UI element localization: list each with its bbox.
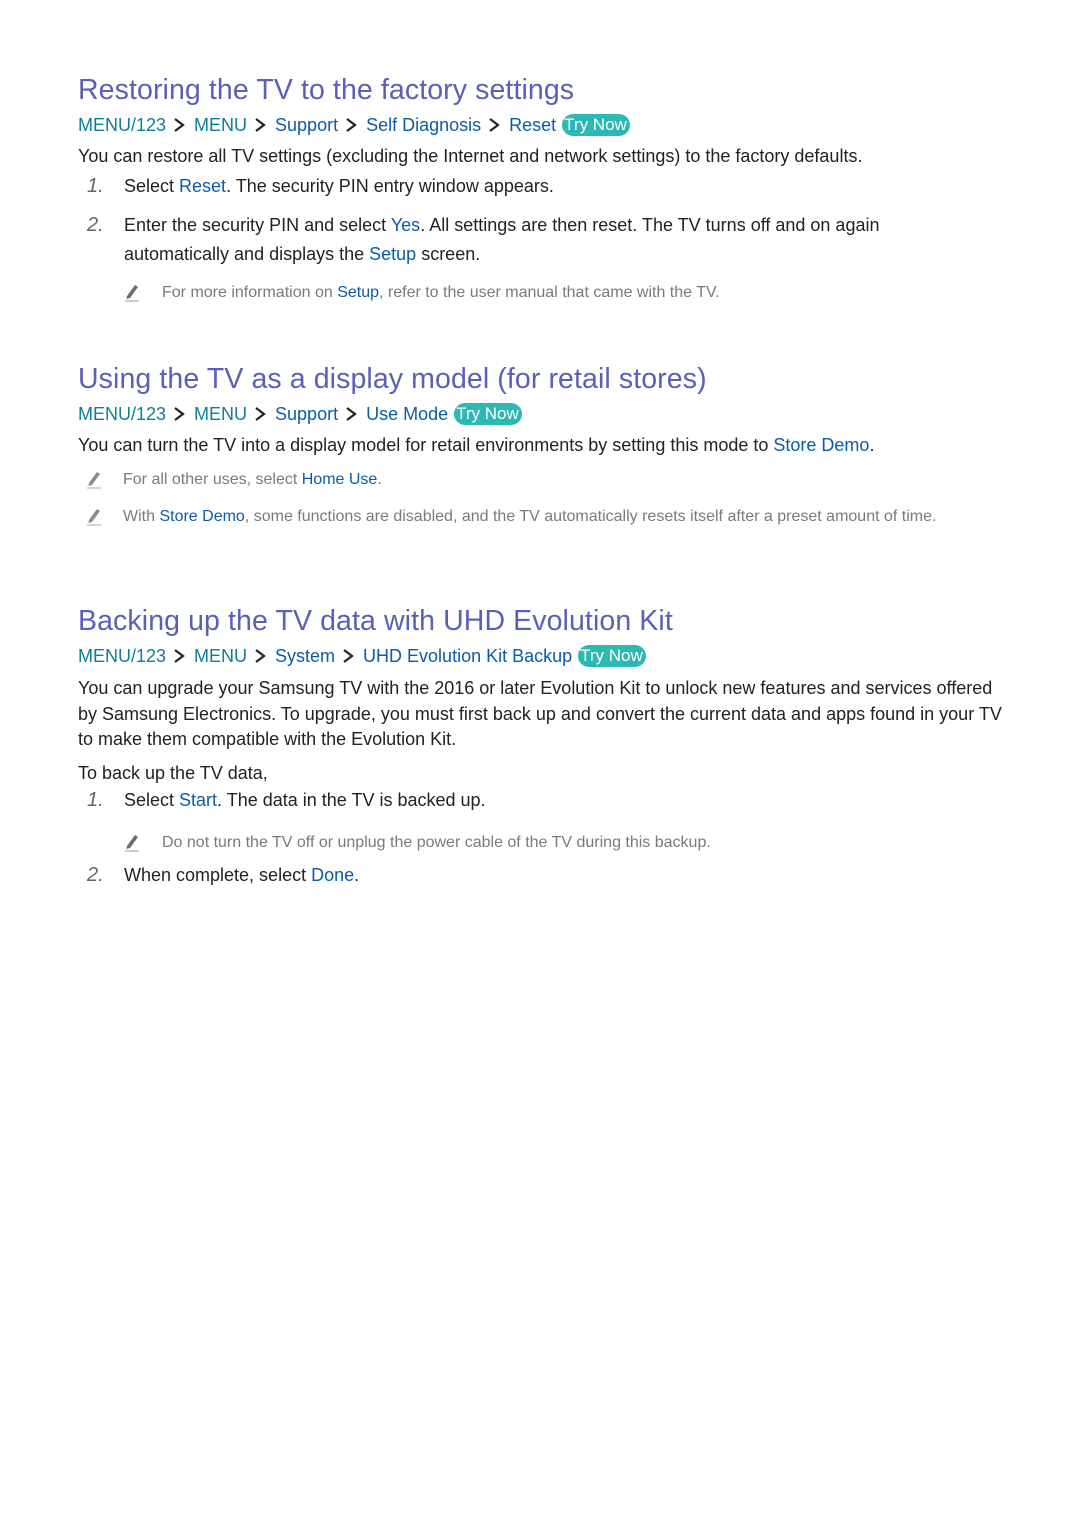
intro-text: You can restore all TV settings (excludi… [78,146,863,166]
step-number: 2. [87,864,104,886]
section-title: Backing up the TV data with UHD Evolutio… [78,605,673,637]
chevron-right-icon [170,116,188,134]
step-text: screen. [416,243,481,264]
chevron-right-icon [170,405,188,423]
pencil-icon [85,506,103,526]
step-text: . All settings are then reset. The TV tu… [420,215,880,235]
ui-term: Store Demo [773,435,870,455]
step-text: . The data in the TV is backed up. [217,790,486,810]
note-text: , some functions are disabled, and the T… [244,508,937,525]
note-text: Do not turn the TV off or unplug the pow… [162,833,711,851]
path-item: Reset [509,115,557,135]
path-item: Self Diagnosis [366,115,482,135]
step-item: 1. Select Start. The data in the TV is b… [78,786,1008,815]
path-item: MENU [194,115,248,135]
ui-term: Yes [390,215,421,235]
pencil-icon [123,832,141,852]
ui-term: Home Use [301,470,378,488]
path-item: Use Mode [366,404,449,424]
step-text: Enter the security PIN and select [124,215,391,235]
path-item: MENU/123 [78,115,167,135]
step-number: 1. [87,174,104,197]
section-title: Using the TV as a display model (for ret… [78,363,707,395]
section-evolution-kit-backup: Backing up the TV data with UHD Evolutio… [78,603,1008,890]
step-item: 1. Select Reset. The security PIN entry … [78,172,1008,201]
ui-term: Reset [179,175,227,196]
note-text: . [377,470,382,488]
step-text: Select [124,175,180,196]
menu-path: MENU/123 MENU Support Self Diagnosis Res… [78,112,1008,138]
chevron-right-icon [251,116,269,134]
chevron-right-icon [170,647,188,665]
note-item: With Store Demo, some functions are disa… [78,505,1008,529]
path-item: MENU [194,646,248,666]
path-item: UHD Evolution Kit Backup [363,646,573,666]
chevron-right-icon [251,405,269,423]
menu-path: MENU/123 MENU Support Use Mode Try Now [78,401,1008,427]
ui-term: Done [311,865,355,885]
intro-text-part: . [869,435,875,455]
step-item: 2. Enter the security PIN and select Yes… [78,211,1008,268]
note-item: For more information on Setup, refer to … [78,281,1008,305]
note-text: For all other uses, select [123,470,302,488]
ui-term: Setup [369,243,417,264]
section-display-model: Using the TV as a display model (for ret… [78,361,1008,529]
step-number: 2. [87,214,104,236]
ui-term: Start [179,790,218,810]
note-item: Do not turn the TV off or unplug the pow… [78,831,1008,855]
chevron-right-icon [251,647,269,665]
step-text: . [354,865,360,885]
try-now-button[interactable]: Try Now [562,114,630,136]
note-text: With [123,508,160,525]
path-item: Support [275,115,339,135]
note-item: For all other uses, select Home Use. [78,468,1008,492]
ui-term: Setup [337,284,379,301]
path-item: MENU/123 [78,646,167,666]
path-item: MENU [194,404,248,424]
chevron-right-icon [342,116,360,134]
step-item: 2. When complete, select Done. [78,861,1008,890]
path-item: System [275,646,336,666]
chevron-right-icon [342,405,360,423]
chevron-right-icon [339,647,357,665]
chevron-right-icon [485,116,503,134]
intro-text-part: You can turn the TV into a display model… [78,435,774,455]
lead-text: To back up the TV data, [78,762,268,783]
pencil-icon [85,469,103,489]
step-text: automatically and displays the [124,243,370,264]
note-text: For more information on [162,284,338,301]
note-text: , refer to the user manual that came wit… [379,284,720,301]
step-text: Select [124,790,180,810]
intro-text: You can upgrade your Samsung TV with the… [78,678,1002,749]
section-title: Restoring the TV to the factory settings [78,74,575,106]
try-now-button[interactable]: Try Now [578,645,646,667]
step-text: . The security PIN entry window appears. [226,175,554,196]
try-now-button[interactable]: Try Now [454,403,522,425]
menu-path: MENU/123 MENU System UHD Evolution Kit B… [78,643,1008,669]
path-item: MENU/123 [78,404,167,424]
ui-term: Store Demo [159,508,245,525]
pencil-icon [123,282,141,302]
path-item: Support [275,404,339,424]
step-text: When complete, select [124,865,312,885]
step-number: 1. [87,789,104,811]
intro-text: You can turn the TV into a display model… [78,433,1008,459]
section-factory-reset: Restoring the TV to the factory settings… [78,72,1008,305]
